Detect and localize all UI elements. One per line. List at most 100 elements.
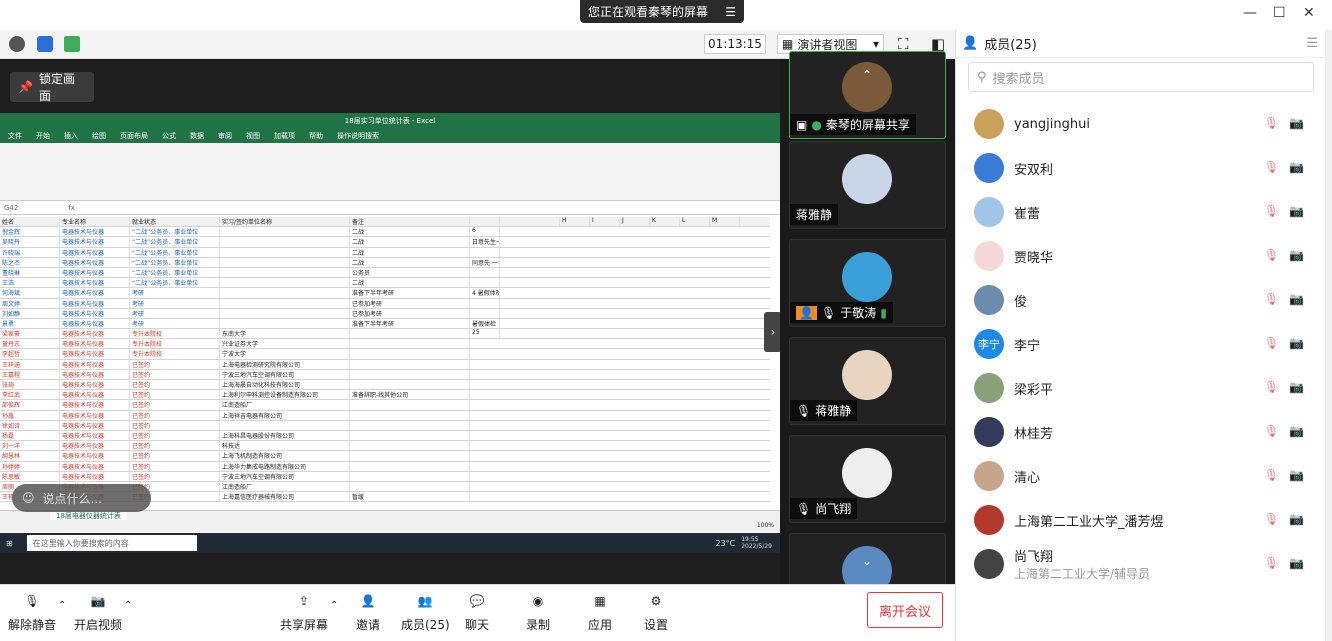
mic-muted-icon[interactable]: 🎙 bbox=[1264, 468, 1279, 482]
video-tile[interactable]: 🎙 蒋雅静 bbox=[789, 337, 946, 425]
table-cell: 电器技术与仪器 bbox=[60, 400, 130, 410]
member-name: 贾晓华 bbox=[1014, 250, 1054, 266]
member-item[interactable]: 崔蕾 🎙 📷 bbox=[956, 190, 1316, 234]
table-cell: 电器技术与仪器 bbox=[60, 390, 130, 400]
members-scrollbar[interactable] bbox=[1325, 30, 1332, 641]
ribbon-tab: 数据 bbox=[190, 132, 204, 140]
grid-header-cell: J bbox=[620, 217, 650, 227]
camera-off-icon[interactable]: 📷 bbox=[1289, 204, 1304, 218]
menu-icon[interactable]: ☰ bbox=[1306, 36, 1318, 51]
table-cell: 已签约 bbox=[130, 451, 220, 461]
chevron-up-icon[interactable]: ⌃ bbox=[124, 600, 132, 611]
table-row: 梁家豪 电器技术与仪器 专升本院校 东南大学 25 bbox=[0, 329, 770, 340]
table-cell: 专升本院校 bbox=[130, 329, 220, 339]
lock-view-button[interactable]: 📌 锁定画面 bbox=[10, 72, 94, 103]
chevron-up-icon[interactable]: ⌃ bbox=[58, 600, 66, 611]
lock-view-label: 锁定画面 bbox=[38, 72, 75, 103]
table-cell bbox=[350, 329, 470, 339]
unmute-button[interactable]: 🎙 解除静音 bbox=[8, 590, 56, 633]
member-item[interactable]: 俊 🎙 📷 bbox=[956, 278, 1316, 322]
record-button[interactable]: ◉ 录制 bbox=[526, 590, 550, 633]
member-item[interactable]: 李宁 李宁 🎙 📷 bbox=[956, 322, 1316, 366]
members-search-input[interactable]: ⚲ 搜索成员 bbox=[968, 62, 1314, 92]
table-row: 徐如诗 电器技术与仪器 已签约 bbox=[0, 420, 770, 431]
start-video-button[interactable]: 📷 开启视频 bbox=[74, 590, 122, 633]
menu-icon[interactable]: ☰ bbox=[725, 5, 736, 19]
chevron-up-icon[interactable]: ⌃ bbox=[862, 68, 872, 82]
share-screen-button[interactable]: ⇪ 共享屏幕 bbox=[280, 590, 328, 633]
invite-button[interactable]: 👤 邀请 bbox=[356, 590, 380, 633]
mic-muted-icon[interactable]: 🎙 bbox=[1264, 336, 1279, 350]
camera-off-icon[interactable]: 📷 bbox=[1289, 248, 1304, 262]
avatar bbox=[974, 373, 1004, 403]
comment-input[interactable]: ☺ 说点什么... bbox=[12, 484, 151, 512]
member-item[interactable]: 清心 🎙 📷 bbox=[956, 454, 1316, 498]
excel-title-bar: 18届实习单位统计表 - Excel bbox=[0, 113, 780, 129]
camera-off-icon[interactable]: 📷 bbox=[1289, 336, 1304, 350]
camera-off-icon[interactable]: 📷 bbox=[1289, 556, 1304, 570]
mic-muted-icon[interactable]: 🎙 bbox=[1264, 424, 1279, 438]
camera-off-icon[interactable]: 📷 bbox=[1289, 292, 1304, 306]
member-name: 林桂芳 bbox=[1014, 426, 1054, 442]
avatar bbox=[974, 505, 1004, 535]
chevron-up-icon[interactable]: ⌃ bbox=[330, 600, 338, 611]
chat-button[interactable]: 💬 聊天 bbox=[465, 590, 489, 633]
table-cell: 上海飞机制造有限公司 bbox=[220, 451, 350, 461]
video-tile[interactable]: 🎙 尚飞翔 bbox=[789, 435, 946, 523]
table-cell bbox=[470, 267, 500, 278]
member-item[interactable]: 梁彩平 🎙 📷 bbox=[956, 366, 1316, 410]
camera-off-icon[interactable]: 📷 bbox=[1289, 116, 1304, 130]
screen-share-icon: ▣ bbox=[796, 117, 808, 132]
pin-icon: 📌 bbox=[18, 80, 33, 94]
table-cell bbox=[470, 308, 500, 318]
mic-muted-icon[interactable]: 🎙 bbox=[1264, 556, 1279, 570]
table-row: 刘一洋 电器技术与仪器 已签约 科技达 bbox=[0, 441, 770, 452]
member-item[interactable]: 上海第二工业大学_潘芳煜 🎙 📷 bbox=[956, 498, 1316, 542]
video-tile[interactable]: ⌃ ▣ ● 秦琴的屏幕共享 bbox=[789, 51, 946, 139]
table-cell: “二战”公务员、事业单位 bbox=[130, 267, 220, 278]
video-tile[interactable]: 👤 🎙 于敬涛 ▮ bbox=[789, 239, 946, 327]
table-cell: 公务员 bbox=[350, 267, 470, 278]
table-cell: 科技达 bbox=[220, 441, 350, 451]
sharing-banner[interactable]: 您正在观看秦琴的屏幕 ☰ bbox=[580, 0, 744, 23]
mic-muted-icon[interactable]: 🎙 bbox=[1264, 292, 1279, 306]
excel-formula-bar: G42 fx bbox=[0, 201, 780, 215]
table-cell: 已签约 bbox=[130, 471, 220, 481]
mic-muted-icon[interactable]: 🎙 bbox=[1264, 248, 1279, 262]
member-item[interactable]: 安双利 🎙 📷 bbox=[956, 146, 1316, 190]
mic-muted-icon[interactable]: 🎙 bbox=[1264, 160, 1279, 174]
avatar bbox=[974, 109, 1004, 139]
table-cell: 李超哲 bbox=[0, 349, 60, 359]
table-cell bbox=[220, 308, 350, 318]
camera-off-icon[interactable]: 📷 bbox=[1289, 512, 1304, 526]
shield-icon[interactable] bbox=[37, 36, 53, 52]
member-item[interactable]: 尚飞翔 上海第二工业大学/辅导员 🎙 📷 bbox=[956, 542, 1316, 586]
maximize-icon[interactable]: ☐ bbox=[1273, 5, 1286, 21]
camera-off-icon[interactable]: 📷 bbox=[1289, 424, 1304, 438]
apps-button[interactable]: ▦ 应用 bbox=[588, 590, 612, 633]
member-item[interactable]: 林桂芳 🎙 📷 bbox=[956, 410, 1316, 454]
table-cell: 电器技术与仪器 bbox=[60, 410, 130, 420]
settings-button[interactable]: ⚙ 设置 bbox=[644, 590, 668, 633]
video-tile[interactable]: 蒋雅静 bbox=[789, 141, 946, 229]
mic-muted-icon[interactable]: 🎙 bbox=[1264, 512, 1279, 526]
camera-off-icon[interactable]: 📷 bbox=[1289, 160, 1304, 174]
video-tile-name: 🎙 尚飞翔 bbox=[790, 498, 858, 519]
mic-muted-icon[interactable]: 🎙 bbox=[1264, 380, 1279, 394]
minimize-icon[interactable]: — bbox=[1243, 5, 1257, 21]
member-item[interactable]: yangjinghui 🎙 📷 bbox=[956, 102, 1316, 146]
info-icon[interactable] bbox=[9, 36, 25, 52]
camera-off-icon[interactable]: 📷 bbox=[1289, 468, 1304, 482]
chevron-down-icon[interactable]: ⌄ bbox=[862, 554, 872, 568]
mic-muted-icon[interactable]: 🎙 bbox=[1264, 116, 1279, 130]
mic-muted-icon[interactable]: 🎙 bbox=[1264, 204, 1279, 218]
members-panel: 👤 成员(25) ☰ ⚲ 搜索成员 yangjinghui 🎙 📷 安双利 🎙 📷 崔蕾 🎙 📷… bbox=[955, 30, 1332, 641]
close-icon[interactable]: ✕ bbox=[1303, 5, 1315, 21]
member-item[interactable]: 贾晓华 🎙 📷 bbox=[956, 234, 1316, 278]
table-cell: 何海斌 bbox=[0, 288, 60, 298]
camera-off-icon[interactable]: 📷 bbox=[1289, 380, 1304, 394]
leave-meeting-button[interactable]: 离开会议 bbox=[867, 592, 943, 628]
signal-icon[interactable] bbox=[64, 36, 80, 52]
table-cell: 已签约 bbox=[130, 420, 220, 430]
members-button[interactable]: 👥 成员(25) bbox=[401, 590, 450, 633]
